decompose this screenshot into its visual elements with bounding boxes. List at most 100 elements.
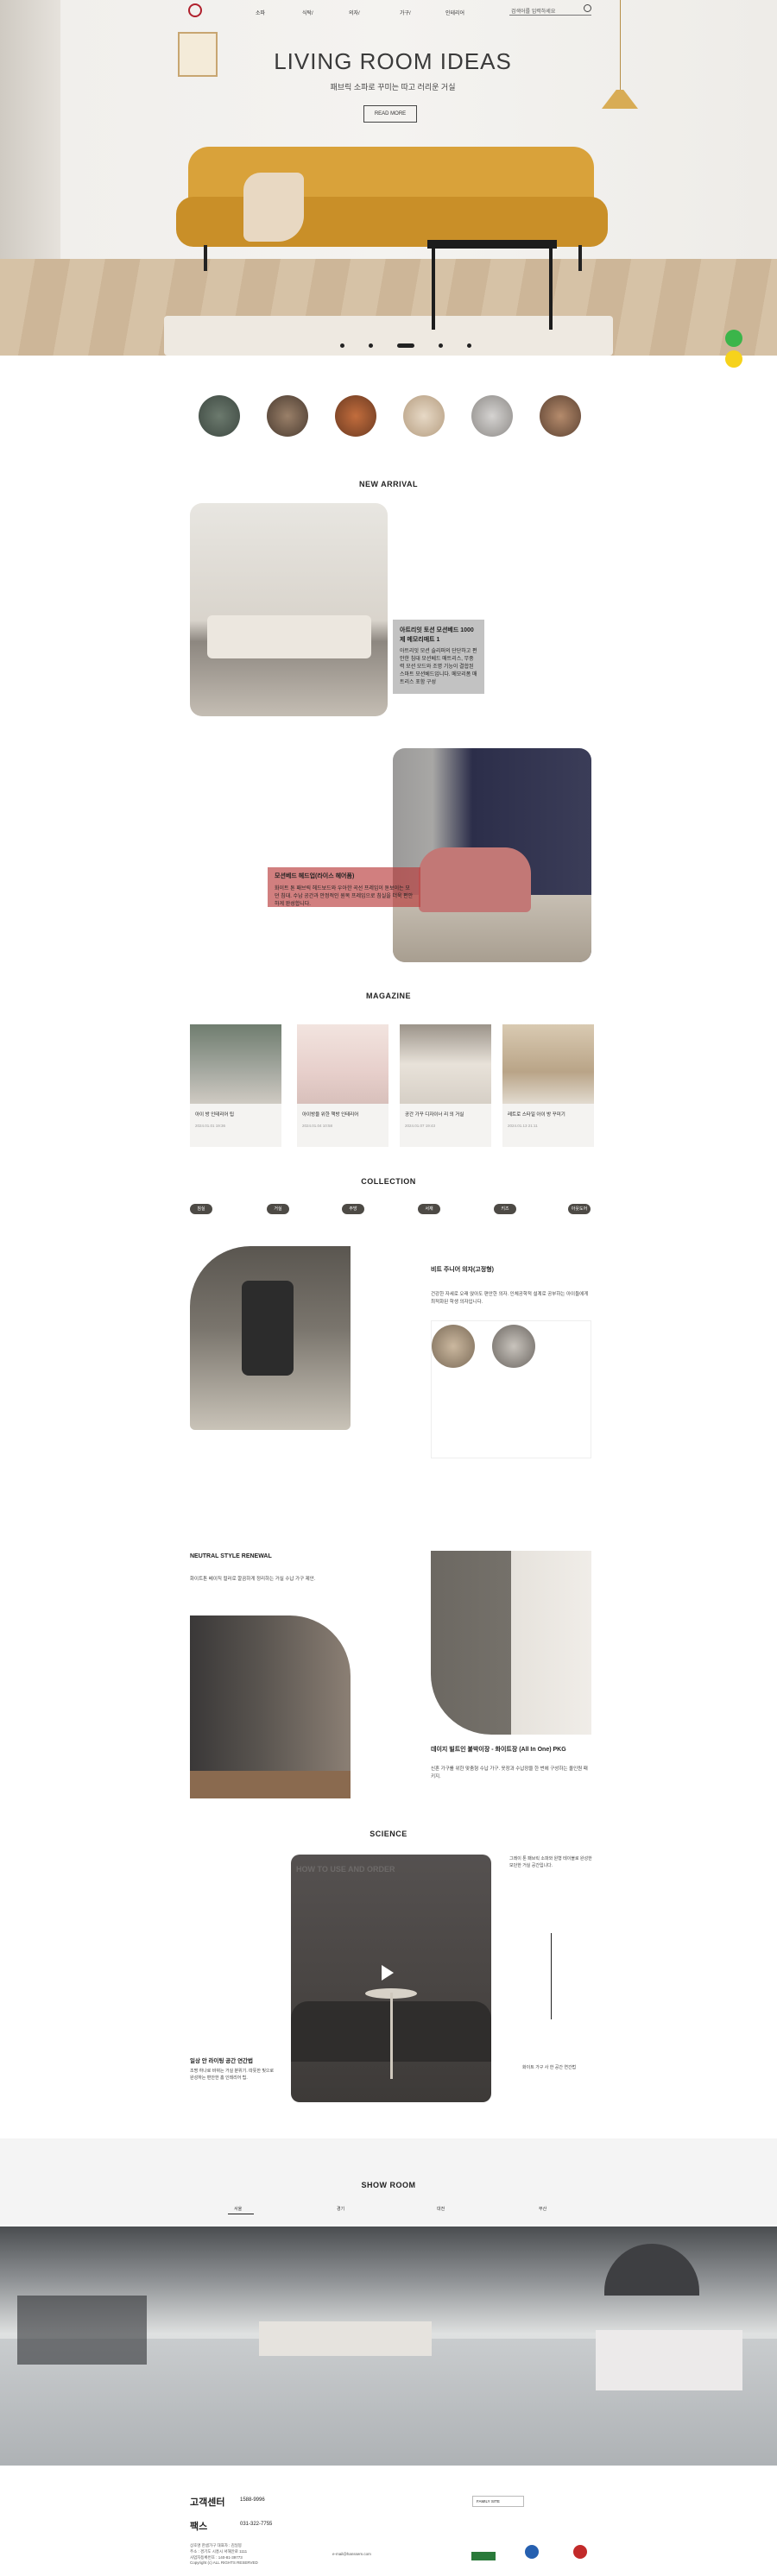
address-line: Copyright (c) ALL RIGHTS RESERVED [190, 2560, 258, 2566]
certification-icon [573, 2545, 587, 2559]
nav-item[interactable]: 가구/ [400, 9, 411, 16]
product-image-motion-bed[interactable] [190, 503, 388, 716]
floor-shape [190, 1771, 351, 1798]
chair-detail-circle[interactable] [432, 1325, 475, 1368]
magazine-date: 2024.01.04 10:58 [302, 1124, 333, 1128]
neutral-product-desc: 신혼 가구를 위한 맞춤형 수납 가구. 옷장과 수납장을 한 번에 구성하는 … [431, 1767, 588, 1779]
address-line: 상호명 한샘가구 대표자 : 김일봉 [190, 2543, 243, 2548]
showroom-tab[interactable]: 경기 [337, 2206, 344, 2212]
category-thumbnail[interactable] [471, 395, 513, 437]
collection-tab[interactable]: 키즈 [494, 1204, 516, 1214]
nav-item[interactable]: 인테리어 [445, 9, 464, 16]
nav-item[interactable]: 의자/ [349, 9, 360, 16]
neutral-product-name[interactable]: 데이지 빌트인 붙박이장 - 화이트장 (All In One) PKG [431, 1745, 566, 1754]
science-left-desc: 조명 하나로 바뀌는 거실 분위기. 따뜻한 빛으로 완성하는 편안한 홈 인테… [190, 2069, 275, 2081]
section-title-magazine: MAGAZINE [366, 992, 411, 1000]
category-thumbnail[interactable] [199, 395, 240, 437]
table-leg [549, 247, 553, 330]
showroom-tab[interactable]: 서울 [234, 2206, 242, 2212]
science-left-title: 일상 안 라이팅 공간 연간법 [190, 2058, 254, 2064]
showroom-tab[interactable]: 부산 [539, 2206, 546, 2212]
magazine-title: 공간 가꾸 디자이너 리 의 거실 [405, 1112, 464, 1118]
collection-tab[interactable]: 주방 [342, 1204, 364, 1214]
chat-icon[interactable] [725, 330, 742, 347]
coffee-table [427, 240, 557, 249]
footer: 고객센터 1588-9996 팩스 031-322-7755 상호명 한샘가구 … [0, 2466, 777, 2576]
section-title-new-arrival: NEW ARRIVAL [359, 480, 418, 488]
collection-tab[interactable]: 침실 [190, 1204, 212, 1214]
slider-dot[interactable] [340, 343, 344, 348]
category-thumbnail[interactable] [335, 395, 376, 437]
product-image-pink-bed[interactable] [393, 748, 591, 962]
neutral-desc: 화이트톤 베이직 컬러로 깔끔하게 정리하는 거실 수납 가구 제안. [190, 1577, 316, 1582]
showroom-image[interactable] [0, 2226, 777, 2466]
certification-icon [471, 2552, 496, 2560]
hero-subtitle: 패브릭 소파로 꾸미는 따고 러리운 거실 [330, 83, 456, 91]
magazine-card[interactable]: 공간 가꾸 디자이너 리 의 거실 2024.01.07 19:43 [400, 1024, 491, 1147]
collection-image-chair[interactable] [190, 1246, 351, 1430]
nav-item[interactable]: 식탁/ [302, 9, 313, 16]
footer-address: 상호명 한샘가구 대표자 : 김일봉 주소 : 경기도 시흥시 서해안로 111… [190, 2543, 258, 2567]
address-line: 주소 : 경기도 시흥시 서해안로 1111 [190, 2548, 248, 2554]
magazine-image [502, 1024, 594, 1104]
sofa-throw-blanket [243, 173, 304, 242]
play-icon[interactable] [382, 1965, 394, 1981]
section-title-science: SCIENCE [370, 1830, 407, 1838]
certification-icon [525, 2545, 539, 2559]
magazine-date: 2024.01.07 19:43 [405, 1124, 436, 1128]
section-title-showroom: SHOW ROOM [361, 2181, 416, 2189]
bed-shape [419, 847, 531, 912]
magazine-title: 레트로 스타일 아이 방 꾸미기 [508, 1112, 565, 1118]
category-thumbnail[interactable] [540, 395, 581, 437]
collection-tab[interactable]: 거실 [267, 1204, 289, 1214]
product-info-box[interactable]: 아트리잇 토션 모션베드 1000제 메모리매트 1 아트리잇 모션 슬리퍼의 … [393, 620, 484, 694]
category-thumbnail[interactable] [267, 395, 308, 437]
brand-logo[interactable] [188, 3, 202, 17]
category-thumbnail[interactable] [403, 395, 445, 437]
fax-label: 팩스 [190, 2522, 208, 2532]
slider-dot[interactable] [439, 343, 443, 348]
search-input[interactable]: 검색어를 입력하세요 [509, 4, 591, 16]
video-title: HOW TO USE AND ORDER [296, 1865, 395, 1874]
neutral-image-closet[interactable] [190, 1616, 351, 1798]
search-icon[interactable] [584, 4, 591, 12]
sofa-leg [578, 245, 582, 271]
chair-shape [242, 1281, 294, 1376]
table-leg [432, 247, 435, 330]
slider-dot-active[interactable] [397, 343, 414, 348]
showroom-tab[interactable]: 대전 [437, 2206, 445, 2212]
product-name: 모션베드 헤드업(라이스 헤어폼) [275, 873, 355, 879]
kakao-icon[interactable] [725, 350, 742, 368]
hero-window [0, 0, 60, 259]
collection-tab[interactable]: 아웃도어 [568, 1204, 591, 1214]
magazine-card[interactable]: 아이방을 위한 책방 인테리어 2024.01.04 10:58 [297, 1024, 388, 1147]
chair-detail-circle[interactable] [492, 1325, 535, 1368]
science-right-desc: 그레이 톤 패브릭 소파와 원형 테이블로 완성한 모던한 거실 공간입니다. [509, 1856, 592, 1868]
magazine-card[interactable]: 레트로 스타일 아이 방 꾸미기 2024.01.13 21:11 [502, 1024, 594, 1147]
hero-title: LIVING ROOM IDEAS [274, 48, 512, 74]
address-line: 사업자등록번호 : 140-81-39773 [190, 2554, 243, 2560]
top-nav: 소파 식탁/ 의자/ 가구/ 인테리어 검색어를 입력하세요 [0, 0, 777, 22]
desk-shape [596, 2330, 742, 2390]
magazine-title: 아이방을 위한 책방 인테리어 [302, 1112, 359, 1118]
collection-tab[interactable]: 서재 [418, 1204, 440, 1214]
fax-number: 031-322-7755 [240, 2522, 273, 2527]
footer-email[interactable]: e-mail@hanssem.com [332, 2552, 371, 2556]
nav-item[interactable]: 소파 [256, 9, 265, 16]
magazine-card[interactable]: 아이 방 인테리어 팁 2024.01.01 19:36 [190, 1024, 281, 1147]
neutral-image-builtin[interactable] [431, 1551, 591, 1735]
read-more-button[interactable]: READ MORE [363, 105, 417, 123]
slider-dot[interactable] [467, 343, 471, 348]
magazine-date: 2024.01.01 19:36 [195, 1124, 226, 1128]
family-site-select[interactable]: FAMILY SITE [472, 2496, 524, 2507]
product-name: 아트리잇 토션 모션베드 1000제 메모리매트 1 [400, 627, 474, 643]
collection-product-name[interactable]: 비트 주니어 의자(고정형) [431, 1265, 494, 1274]
collection-product-desc: 건강한 자세로 오래 앉아도 편안한 의자. 인체공학적 설계로 공부하는 아이… [431, 1292, 589, 1305]
magazine-image [400, 1024, 491, 1104]
science-video[interactable]: HOW TO USE AND ORDER [291, 1855, 491, 2102]
product-info-box[interactable]: 모션베드 헤드업(라이스 헤어폼) 화이트 톤 패브릭 헤드보드와 우아한 곡선… [268, 866, 420, 916]
desk-shape [259, 2321, 432, 2356]
page: 소파 식탁/ 의자/ 가구/ 인테리어 검색어를 입력하세요 LIVING RO… [0, 0, 777, 2576]
pendant-lamp-shape [604, 2244, 699, 2296]
slider-dot[interactable] [369, 343, 373, 348]
